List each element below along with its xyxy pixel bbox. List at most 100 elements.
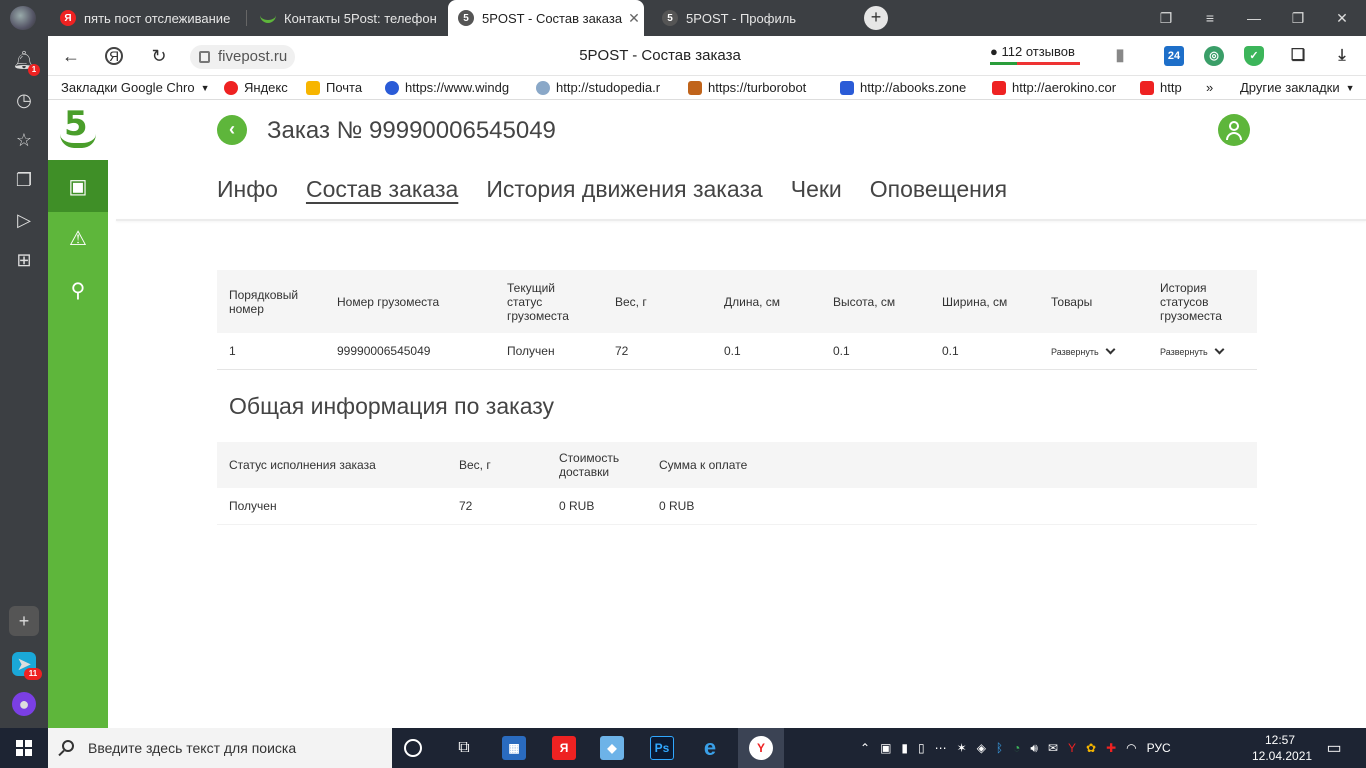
speedometer-icon[interactable]: ◔ — [1013, 741, 1020, 755]
tab-info[interactable]: Инфо — [217, 176, 278, 210]
bookmark-other-folder[interactable]: Другие закладки ▼ — [1240, 80, 1360, 95]
tabs-icon[interactable]: ❐ — [1144, 0, 1188, 36]
taskbar-search[interactable]: Введите здесь текст для поиска — [48, 728, 392, 768]
browser-tab-4[interactable]: 5 5POST - Профиль — [652, 0, 842, 36]
download-icon[interactable]: ⤓ — [1332, 46, 1352, 66]
bookmark-abooks[interactable]: http://abooks.zone — [840, 80, 975, 95]
cell-weight: 72 — [447, 488, 547, 525]
cell-status: Получен — [495, 333, 603, 370]
bluetooth-icon[interactable]: ᛒ — [996, 741, 1003, 755]
more-bookmarks-icon[interactable]: » — [1206, 80, 1220, 95]
menu-icon[interactable]: ≡ — [1188, 0, 1232, 36]
bookmark-yandex[interactable]: Яндекс — [224, 80, 304, 95]
yandex-icon: Я — [60, 10, 76, 26]
shield-tray-icon[interactable]: ◈ — [977, 741, 986, 755]
start-button[interactable] — [0, 728, 48, 768]
bookmark-icon[interactable]: ▮ — [1110, 46, 1130, 66]
yandex-tray-icon[interactable]: Y — [1068, 741, 1076, 755]
tab-notifications[interactable]: Оповещения — [870, 176, 1007, 210]
nav-warning-icon[interactable]: ⚠︎ — [48, 212, 108, 264]
bookmark-turborobot[interactable]: https://turborobot — [688, 80, 823, 95]
ext-24-icon[interactable]: 24 — [1164, 46, 1184, 66]
app-icon[interactable]: ◆ — [600, 736, 624, 760]
tab-receipts[interactable]: Чеки — [791, 176, 842, 210]
bookmark-aerokino[interactable]: http://aerokino.cor — [992, 80, 1124, 95]
cell-status: Получен — [217, 488, 447, 525]
browser-tab-1[interactable]: Я пять пост отслеживание — [50, 0, 240, 36]
profile-avatar[interactable] — [10, 6, 36, 30]
restore-button[interactable]: ❐ — [1276, 0, 1320, 36]
alice-icon[interactable]: ● — [12, 692, 36, 716]
task-view-icon[interactable]: ⧉ — [452, 736, 476, 760]
5post-icon: 5 — [458, 10, 474, 26]
tab-order-contents[interactable]: Состав заказа — [306, 176, 458, 210]
yandex-icon — [224, 80, 238, 95]
new-tab-button[interactable]: + — [864, 6, 888, 30]
site-icon — [536, 80, 550, 95]
app-tray-icon[interactable]: ✶ — [957, 741, 967, 755]
reviews-widget[interactable]: ● 112 отзывов — [990, 44, 1080, 65]
gift-icon[interactable]: ✚ — [1106, 741, 1116, 755]
camera-icon[interactable]: ▣ — [880, 741, 891, 755]
language-indicator[interactable]: РУС — [1147, 741, 1171, 755]
browser-tab-2[interactable]: Контакты 5Post: телефон — [250, 0, 440, 36]
collections-icon[interactable]: ❐ — [12, 168, 36, 192]
tab-movement-history[interactable]: История движения заказа — [486, 176, 762, 210]
apps-grid-icon[interactable]: ⊞ — [12, 248, 36, 272]
network-off-icon[interactable]: ⋯ — [935, 741, 947, 755]
youtube-icon — [1140, 80, 1154, 95]
bookmarks-bar: Закладки Google Chro ▼ Яндекс Почта https… — [48, 76, 1366, 100]
bookmark-mail[interactable]: Почта — [306, 80, 380, 95]
expand-history-button[interactable]: Развернуть — [1160, 344, 1225, 357]
nav-orders-icon[interactable]: ▣ — [48, 160, 108, 212]
expand-goods-button[interactable]: Развернуть — [1051, 344, 1116, 357]
address-bar: ← Я ↻ fivepost.ru 5POST - Состав заказа … — [48, 36, 1366, 76]
cell-length: 0.1 — [712, 333, 821, 370]
calculator-icon[interactable]: ▦ — [502, 736, 526, 760]
flower-icon[interactable]: ✿ — [1086, 741, 1096, 755]
chevron-up-icon[interactable]: ⌃ — [860, 741, 870, 755]
add-panel-icon[interactable]: + — [9, 606, 39, 636]
cortana-icon[interactable] — [404, 739, 422, 757]
wifi-icon[interactable]: ◠ — [1126, 741, 1136, 755]
history-icon[interactable]: ◷ — [12, 88, 36, 112]
notifications-icon[interactable]: ▭ — [1322, 736, 1346, 760]
tabs-divider — [116, 219, 1366, 221]
user-profile-icon[interactable] — [1218, 114, 1250, 146]
order-tabs: Инфо Состав заказа История движения зака… — [217, 176, 1007, 210]
shield-icon[interactable]: ✓ — [1244, 46, 1264, 66]
photoshop-icon[interactable]: Ps — [650, 736, 674, 760]
bookmark-studopedia[interactable]: http://studopedia.r — [536, 80, 671, 95]
clock[interactable]: 12:57 12.04.2021 — [1252, 732, 1312, 764]
cell-amount-due: 0 RUB — [647, 488, 1257, 525]
cell-delivery-cost: 0 RUB — [547, 488, 647, 525]
edge-icon[interactable]: e — [698, 735, 722, 760]
5post-logo[interactable]: 5 — [48, 100, 108, 160]
bookmark-google-folder[interactable]: Закладки Google Chro ▼ — [61, 80, 221, 95]
extensions-icon[interactable]: ❏ — [1288, 46, 1308, 66]
browser-tab-active[interactable]: 5 5POST - Состав заказа ✕ — [448, 0, 644, 36]
cell-height: 0.1 — [821, 333, 930, 370]
site-icon — [992, 80, 1006, 95]
tab-label: Контакты 5Post: телефон — [284, 10, 437, 26]
yandex-browser-icon[interactable]: Я — [552, 736, 576, 760]
notification-badge: 1 — [28, 64, 40, 76]
close-window-button[interactable]: ✕ — [1320, 0, 1364, 36]
column-header: Текущий статус грузоместа — [495, 270, 603, 333]
star-icon[interactable]: ☆ — [12, 128, 36, 152]
bookmark-youtube[interactable]: http — [1140, 80, 1192, 95]
messenger-badge: 11 — [24, 668, 42, 680]
bookmark-windg[interactable]: https://www.windg — [385, 80, 520, 95]
play-icon[interactable]: ▷ — [12, 208, 36, 232]
minimize-button[interactable]: — — [1232, 0, 1276, 36]
yandex-icon[interactable]: Y — [749, 736, 773, 760]
volume-icon[interactable]: 🔊︎ — [1030, 741, 1038, 756]
close-icon[interactable]: ✕ — [622, 10, 640, 27]
microphone-icon[interactable]: ▮ — [901, 741, 908, 755]
mail-tray-icon[interactable]: ✉ — [1048, 741, 1058, 755]
back-button[interactable]: ‹ — [217, 115, 247, 145]
nav-location-pin-icon[interactable]: ⚲ — [48, 264, 108, 316]
summary-title: Общая информация по заказу — [229, 393, 555, 419]
usb-icon[interactable]: ▯ — [918, 741, 925, 755]
ext-badge-icon[interactable]: ◎ — [1204, 46, 1224, 66]
